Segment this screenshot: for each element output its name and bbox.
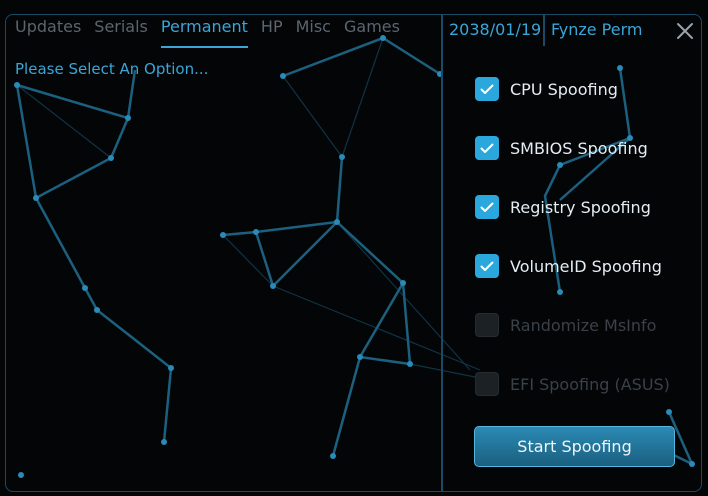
panel-divider bbox=[441, 46, 443, 491]
checkbox-checked[interactable] bbox=[475, 254, 499, 278]
option-registry-spoofing[interactable]: Registry Spoofing bbox=[475, 194, 651, 220]
header-divider bbox=[543, 15, 545, 46]
start-spoofing-button[interactable]: Start Spoofing bbox=[474, 426, 675, 467]
tab-permanent[interactable]: Permanent bbox=[160, 17, 248, 48]
select-option-prompt: Please Select An Option... bbox=[15, 60, 209, 78]
checkmark-icon bbox=[480, 261, 494, 271]
checkbox-disabled bbox=[475, 372, 499, 396]
product-name: Fynze Perm bbox=[551, 20, 643, 39]
option-cpu-spoofing[interactable]: CPU Spoofing bbox=[475, 76, 618, 102]
checkbox-disabled bbox=[475, 313, 499, 337]
checkbox-checked[interactable] bbox=[475, 77, 499, 101]
checkbox-checked[interactable] bbox=[475, 136, 499, 160]
option-label: EFI Spoofing (ASUS) bbox=[510, 374, 670, 394]
checkmark-icon bbox=[480, 143, 494, 153]
option-volumeid-spoofing[interactable]: VolumeID Spoofing bbox=[475, 253, 662, 279]
tab-games[interactable]: Games bbox=[344, 17, 400, 43]
checkmark-icon bbox=[480, 202, 494, 212]
option-label: CPU Spoofing bbox=[510, 79, 618, 99]
option-smbios-spoofing[interactable]: SMBIOS Spoofing bbox=[475, 135, 648, 161]
option-randomize-msinfo: Randomize MsInfo bbox=[475, 312, 656, 338]
tab-bar: Updates Serials Permanent HP Misc Games bbox=[15, 17, 413, 48]
tab-misc[interactable]: Misc bbox=[296, 17, 331, 43]
tab-updates[interactable]: Updates bbox=[15, 17, 81, 43]
checkmark-icon bbox=[480, 84, 494, 94]
option-label: VolumeID Spoofing bbox=[510, 256, 662, 276]
header-divider bbox=[441, 15, 443, 46]
option-label: Registry Spoofing bbox=[510, 197, 651, 217]
option-efi-spoofing-asus: EFI Spoofing (ASUS) bbox=[475, 371, 670, 397]
expiry-date: 2038/01/19 bbox=[449, 20, 542, 39]
option-label: Randomize MsInfo bbox=[510, 315, 657, 335]
close-button[interactable] bbox=[675, 21, 695, 41]
tab-serials[interactable]: Serials bbox=[94, 17, 148, 43]
option-label: SMBIOS Spoofing bbox=[510, 138, 648, 158]
close-icon bbox=[677, 23, 693, 39]
app-window: Updates Serials Permanent HP Misc Games … bbox=[0, 0, 708, 496]
checkbox-checked[interactable] bbox=[475, 195, 499, 219]
tab-hp[interactable]: HP bbox=[261, 17, 283, 43]
